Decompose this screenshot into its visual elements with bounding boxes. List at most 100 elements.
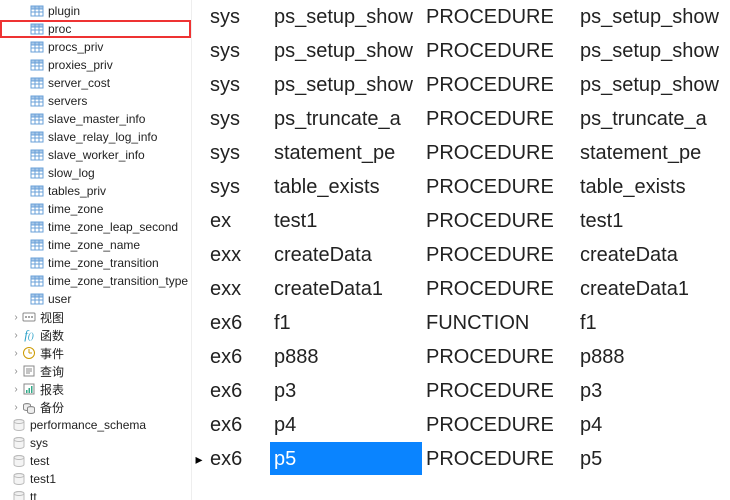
cell-type[interactable]: PROCEDURE <box>422 408 576 442</box>
tree-database-test1[interactable]: test1 <box>0 470 191 488</box>
tree-table-user[interactable]: user <box>0 290 191 308</box>
cell-specific[interactable]: p5 <box>576 442 730 476</box>
cell-type[interactable]: PROCEDURE <box>422 68 576 102</box>
tree-database-test[interactable]: test <box>0 452 191 470</box>
cell-specific[interactable]: p4 <box>576 408 730 442</box>
row-indicator <box>192 170 206 204</box>
tree-table-time_zone_transition_type[interactable]: time_zone_transition_type <box>0 272 191 290</box>
cell-type[interactable]: PROCEDURE <box>422 374 576 408</box>
cell-type[interactable]: PROCEDURE <box>422 0 576 34</box>
tree-category-view[interactable]: ›视图 <box>0 308 191 326</box>
cell-type[interactable]: PROCEDURE <box>422 442 576 476</box>
tree-table-plugin[interactable]: plugin <box>0 2 191 20</box>
cell-db[interactable]: sys <box>206 136 270 170</box>
cell-type[interactable]: PROCEDURE <box>422 340 576 374</box>
tree-table-servers[interactable]: servers <box>0 92 191 110</box>
tree-table-time_zone_leap_second[interactable]: time_zone_leap_second <box>0 218 191 236</box>
tree-category-report[interactable]: ›报表 <box>0 380 191 398</box>
tree-item-label: slave_relay_log_info <box>48 130 157 144</box>
cell-name[interactable]: table_exists <box>270 170 422 204</box>
cell-specific[interactable]: createData1 <box>576 272 730 306</box>
cell-db[interactable]: exx <box>206 238 270 272</box>
chevron-right-icon[interactable]: › <box>10 312 22 323</box>
cell-name[interactable]: p4 <box>270 408 422 442</box>
tree-category-event[interactable]: ›事件 <box>0 344 191 362</box>
cell-specific[interactable]: statement_pe <box>576 136 730 170</box>
tree-table-procs_priv[interactable]: procs_priv <box>0 38 191 56</box>
database-icon <box>12 436 26 450</box>
cell-type[interactable]: PROCEDURE <box>422 272 576 306</box>
cell-type[interactable]: PROCEDURE <box>422 204 576 238</box>
cell-db[interactable]: exx <box>206 272 270 306</box>
tree-database-tt[interactable]: tt <box>0 488 191 500</box>
cell-name[interactable]: createData <box>270 238 422 272</box>
cell-name[interactable]: p888 <box>270 340 422 374</box>
cell-name[interactable]: ps_setup_show <box>270 68 422 102</box>
cell-specific[interactable]: ps_setup_show <box>576 34 730 68</box>
tree-category-fx[interactable]: ›f()函数 <box>0 326 191 344</box>
tree-table-time_zone[interactable]: time_zone <box>0 200 191 218</box>
tree-table-time_zone_transition[interactable]: time_zone_transition <box>0 254 191 272</box>
cell-specific[interactable]: ps_truncate_a <box>576 102 730 136</box>
row-indicator <box>192 272 206 306</box>
cell-type[interactable]: PROCEDURE <box>422 34 576 68</box>
cell-specific[interactable]: test1 <box>576 204 730 238</box>
cell-db[interactable]: sys <box>206 170 270 204</box>
tree-item-label: time_zone_name <box>48 238 140 252</box>
tree-category-query[interactable]: ›查询 <box>0 362 191 380</box>
cell-type[interactable]: FUNCTION <box>422 306 576 340</box>
tree-table-tables_priv[interactable]: tables_priv <box>0 182 191 200</box>
cell-db[interactable]: sys <box>206 102 270 136</box>
cell-specific[interactable]: ps_setup_show <box>576 0 730 34</box>
row-indicator <box>192 238 206 272</box>
cell-type[interactable]: PROCEDURE <box>422 102 576 136</box>
cell-db[interactable]: ex6 <box>206 442 270 476</box>
tree-table-slave_master_info[interactable]: slave_master_info <box>0 110 191 128</box>
tree-category-backup[interactable]: › 备份 <box>0 398 191 416</box>
cell-specific[interactable]: ps_setup_show <box>576 68 730 102</box>
cell-name[interactable]: ps_setup_show <box>270 34 422 68</box>
chevron-right-icon[interactable]: › <box>10 384 22 395</box>
cell-type[interactable]: PROCEDURE <box>422 170 576 204</box>
cell-specific[interactable]: f1 <box>576 306 730 340</box>
cell-db[interactable]: ex6 <box>206 306 270 340</box>
tree-table-proc[interactable]: proc <box>0 20 191 38</box>
cell-db[interactable]: sys <box>206 0 270 34</box>
chevron-right-icon[interactable]: › <box>10 402 22 413</box>
cell-name[interactable]: p3 <box>270 374 422 408</box>
cell-specific[interactable]: table_exists <box>576 170 730 204</box>
row-indicator: ▸ <box>192 442 206 476</box>
cell-db[interactable]: sys <box>206 34 270 68</box>
cell-db[interactable]: ex6 <box>206 340 270 374</box>
tree-table-slave_worker_info[interactable]: slave_worker_info <box>0 146 191 164</box>
cell-name[interactable]: p5 <box>270 442 422 476</box>
tree-item-label: 备份 <box>40 399 64 416</box>
cell-name[interactable]: test1 <box>270 204 422 238</box>
cell-db[interactable]: ex <box>206 204 270 238</box>
cell-db[interactable]: ex6 <box>206 374 270 408</box>
tree-table-time_zone_name[interactable]: time_zone_name <box>0 236 191 254</box>
cell-type[interactable]: PROCEDURE <box>422 136 576 170</box>
cell-name[interactable]: f1 <box>270 306 422 340</box>
cell-name[interactable]: createData1 <box>270 272 422 306</box>
cell-specific[interactable]: createData <box>576 238 730 272</box>
tree-database-sys[interactable]: sys <box>0 434 191 452</box>
cell-name[interactable]: ps_truncate_a <box>270 102 422 136</box>
cell-name[interactable]: statement_pe <box>270 136 422 170</box>
cell-specific[interactable]: p888 <box>576 340 730 374</box>
cell-db[interactable]: ex6 <box>206 408 270 442</box>
cell-specific[interactable]: p3 <box>576 374 730 408</box>
tree-table-slow_log[interactable]: slow_log <box>0 164 191 182</box>
cell-type[interactable]: PROCEDURE <box>422 238 576 272</box>
tree-table-proxies_priv[interactable]: proxies_priv <box>0 56 191 74</box>
chevron-right-icon[interactable]: › <box>10 330 22 341</box>
cell-name[interactable]: ps_setup_show <box>270 0 422 34</box>
data-grid[interactable]: sysps_setup_showPROCEDUREps_setup_showsy… <box>192 0 730 500</box>
row-indicator <box>192 408 206 442</box>
chevron-right-icon[interactable]: › <box>10 366 22 377</box>
cell-db[interactable]: sys <box>206 68 270 102</box>
tree-table-slave_relay_log_info[interactable]: slave_relay_log_info <box>0 128 191 146</box>
tree-database-performance_schema[interactable]: performance_schema <box>0 416 191 434</box>
tree-table-server_cost[interactable]: server_cost <box>0 74 191 92</box>
chevron-right-icon[interactable]: › <box>10 348 22 359</box>
